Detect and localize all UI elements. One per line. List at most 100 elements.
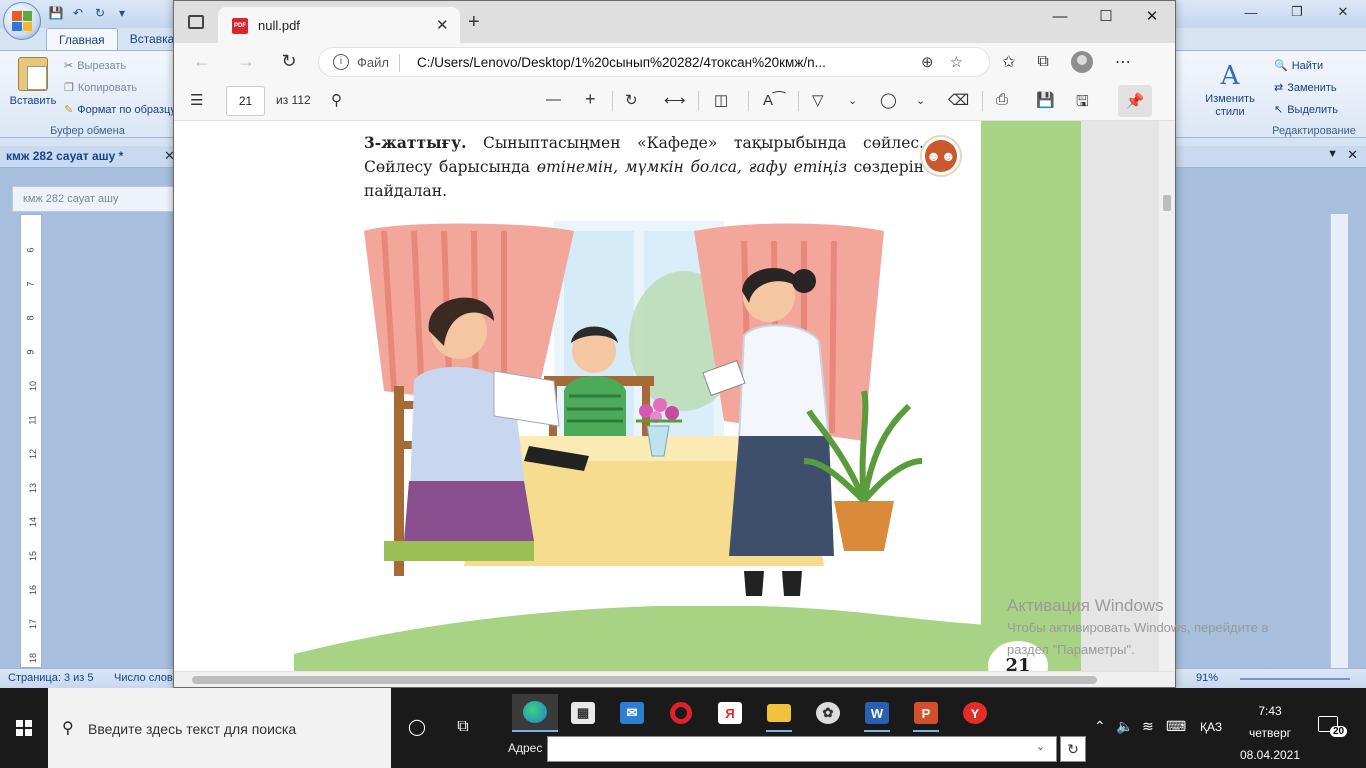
find-button[interactable]: 🔍 Найти [1274, 59, 1323, 73]
taskbar-store[interactable]: ▦ [560, 694, 606, 732]
restore-button[interactable]: ❐ [1274, 0, 1320, 24]
collections-icon[interactable]: ⧉ [1037, 53, 1048, 71]
edge-tabbar: PDF null.pdf ✕ + — ☐ ✕ [174, 1, 1175, 43]
info-icon[interactable]: i [333, 54, 349, 70]
cut-button[interactable]: ✂ Вырезать [64, 59, 126, 73]
action-center-button[interactable]: 20 [1318, 716, 1348, 740]
replace-button[interactable]: ⇄ Заменить [1274, 81, 1337, 95]
contents-icon[interactable]: ☰ [190, 91, 203, 109]
search-icon: ⚲ [62, 720, 74, 737]
profile-avatar[interactable] [1070, 51, 1093, 73]
new-tab-icon[interactable]: + [468, 11, 480, 34]
language-indicator[interactable]: ҚАЗ [1200, 720, 1222, 734]
change-styles-button[interactable]: A Изменить стили [1200, 61, 1260, 119]
taskbar-media[interactable]: ✿ [805, 694, 851, 732]
close-button[interactable]: ✕ [1320, 0, 1366, 24]
start-button[interactable] [0, 688, 48, 768]
pdf-viewport[interactable]: 3-жаттығу. Сыныптасыңмен «Кафеде» тақыры… [174, 121, 1175, 671]
highlight-options-chevron-icon[interactable]: ⌄ [916, 94, 925, 107]
pdf-vertical-scrollbar[interactable] [1159, 121, 1175, 671]
tab-null-pdf[interactable]: PDF null.pdf ✕ [218, 7, 460, 43]
print-icon[interactable]: ⎙ [996, 91, 1008, 108]
file-label: Файл [357, 55, 389, 70]
draw-icon[interactable]: ▽ [812, 91, 824, 109]
page-view-icon[interactable]: ◫ [714, 91, 728, 109]
close-icon[interactable]: ✕ [1347, 147, 1358, 163]
page-number-input[interactable]: 21 [226, 86, 265, 116]
zoom-slider[interactable] [1240, 678, 1350, 680]
vertical-scroll-thumb[interactable] [1163, 195, 1171, 211]
zoom-out-icon[interactable]: — [546, 91, 561, 108]
office-button[interactable] [3, 2, 41, 40]
select-button[interactable]: ↖ Выделить [1274, 103, 1338, 117]
tab-home[interactable]: Главная [46, 28, 118, 50]
forward-icon[interactable]: → [234, 51, 258, 72]
search-icon[interactable]: ⚲ [331, 91, 342, 109]
undo-icon[interactable]: ↶ [70, 5, 86, 21]
save-icon[interactable]: 💾 [1036, 91, 1055, 109]
word-icon: W [865, 702, 889, 724]
highlight-icon[interactable]: ◯ [880, 91, 897, 109]
task-view-icon[interactable]: ⧉ [440, 708, 486, 746]
paste-button[interactable]: Вставить [8, 57, 58, 107]
favorites-icon[interactable]: ✩ [1002, 52, 1015, 72]
eraser-icon[interactable]: ⌫ [948, 91, 969, 109]
minimize-button[interactable]: — [1228, 0, 1274, 24]
draw-options-chevron-icon[interactable]: ⌄ [848, 94, 857, 107]
document-tab[interactable]: кмж 282 сауат ашу * [6, 149, 123, 163]
refresh-icon[interactable]: ↻ [277, 51, 301, 72]
activation-line1: Чтобы активировать Windows, перейдите в [1007, 620, 1269, 635]
rotate-icon[interactable]: ↻ [625, 91, 638, 109]
url-field[interactable]: i Файл C:/Users/Lenovo/Desktop/1%20сынып… [318, 47, 990, 77]
word-vertical-scrollbar[interactable] [1330, 214, 1348, 668]
customize-qat-icon[interactable]: ▾ [114, 5, 130, 21]
redo-icon[interactable]: ↻ [92, 5, 108, 21]
close-button[interactable]: ✕ [1129, 1, 1175, 31]
taskbar-powerpoint[interactable]: P [903, 694, 949, 732]
taskbar-mail[interactable]: ✉ [609, 694, 655, 732]
keyboard-icon[interactable]: ⌨ [1166, 718, 1186, 735]
volume-icon[interactable]: 🔈 [1116, 718, 1133, 735]
taskbar-explorer[interactable] [756, 694, 802, 732]
page-green-strip [981, 121, 1081, 671]
pin-toolbar-button[interactable]: 📌 [1118, 85, 1152, 117]
status-words[interactable]: Число слов [114, 672, 173, 684]
back-icon[interactable]: ← [190, 51, 214, 72]
url-text: C:/Users/Lenovo/Desktop/1%20сынып%20282/… [417, 55, 826, 70]
cortana-icon[interactable]: ◯ [394, 708, 440, 746]
taskbar-yandex[interactable]: Y [952, 694, 998, 732]
more-icon[interactable]: ⋯ [1115, 52, 1131, 72]
fit-width-icon[interactable]: ⟷ [664, 91, 686, 109]
taskbar-opera[interactable] [658, 694, 704, 732]
maximize-button[interactable]: ☐ [1083, 1, 1129, 31]
clock[interactable]: 7:43 четверг 08.04.2021 [1230, 700, 1310, 766]
format-painter-button[interactable]: ✎ Формат по образцу [64, 103, 176, 117]
wifi-icon[interactable]: ≋ [1142, 718, 1154, 735]
minimize-button[interactable]: — [1037, 1, 1083, 31]
horizontal-scroll-thumb[interactable] [192, 676, 1097, 684]
taskbar-word[interactable]: W [854, 694, 900, 732]
zoom-icon[interactable]: ⊕ [921, 53, 934, 71]
tray-overflow-icon[interactable]: ⌃ [1094, 718, 1106, 735]
read-aloud-icon[interactable]: A⁀ [763, 91, 785, 109]
tab-actions-icon[interactable] [188, 15, 204, 29]
search-placeholder: Введите здесь текст для поиска [88, 721, 297, 737]
pdf-horizontal-scrollbar[interactable] [174, 671, 1175, 687]
address-go-icon[interactable]: ↻ [1060, 736, 1086, 762]
chevron-down-icon[interactable]: ▼ [1327, 148, 1338, 160]
save-as-icon[interactable]: 🖫 [1076, 91, 1089, 116]
paste-label: Вставить [9, 95, 57, 107]
address-toolbar-input[interactable] [547, 736, 1057, 762]
zoom-in-icon[interactable]: + [585, 89, 596, 110]
taskbar-yandex-browser[interactable]: Я [707, 694, 753, 732]
taskbar-search[interactable]: ⚲ Введите здесь текст для поиска [48, 688, 391, 768]
taskbar-edge[interactable] [512, 694, 558, 732]
zoom-level[interactable]: 91% [1196, 672, 1218, 684]
exercise-text: 3-жаттығу. Сыныптасыңмен «Кафеде» тақыры… [364, 131, 924, 203]
save-icon[interactable]: 💾 [48, 5, 64, 21]
add-favorite-icon[interactable]: ☆ [950, 53, 963, 71]
chevron-down-icon[interactable]: ⌄ [1036, 740, 1045, 753]
close-tab-icon[interactable]: ✕ [436, 16, 449, 34]
status-page[interactable]: Страница: 3 из 5 [8, 672, 94, 684]
copy-button[interactable]: ❐ Копировать [64, 81, 137, 95]
